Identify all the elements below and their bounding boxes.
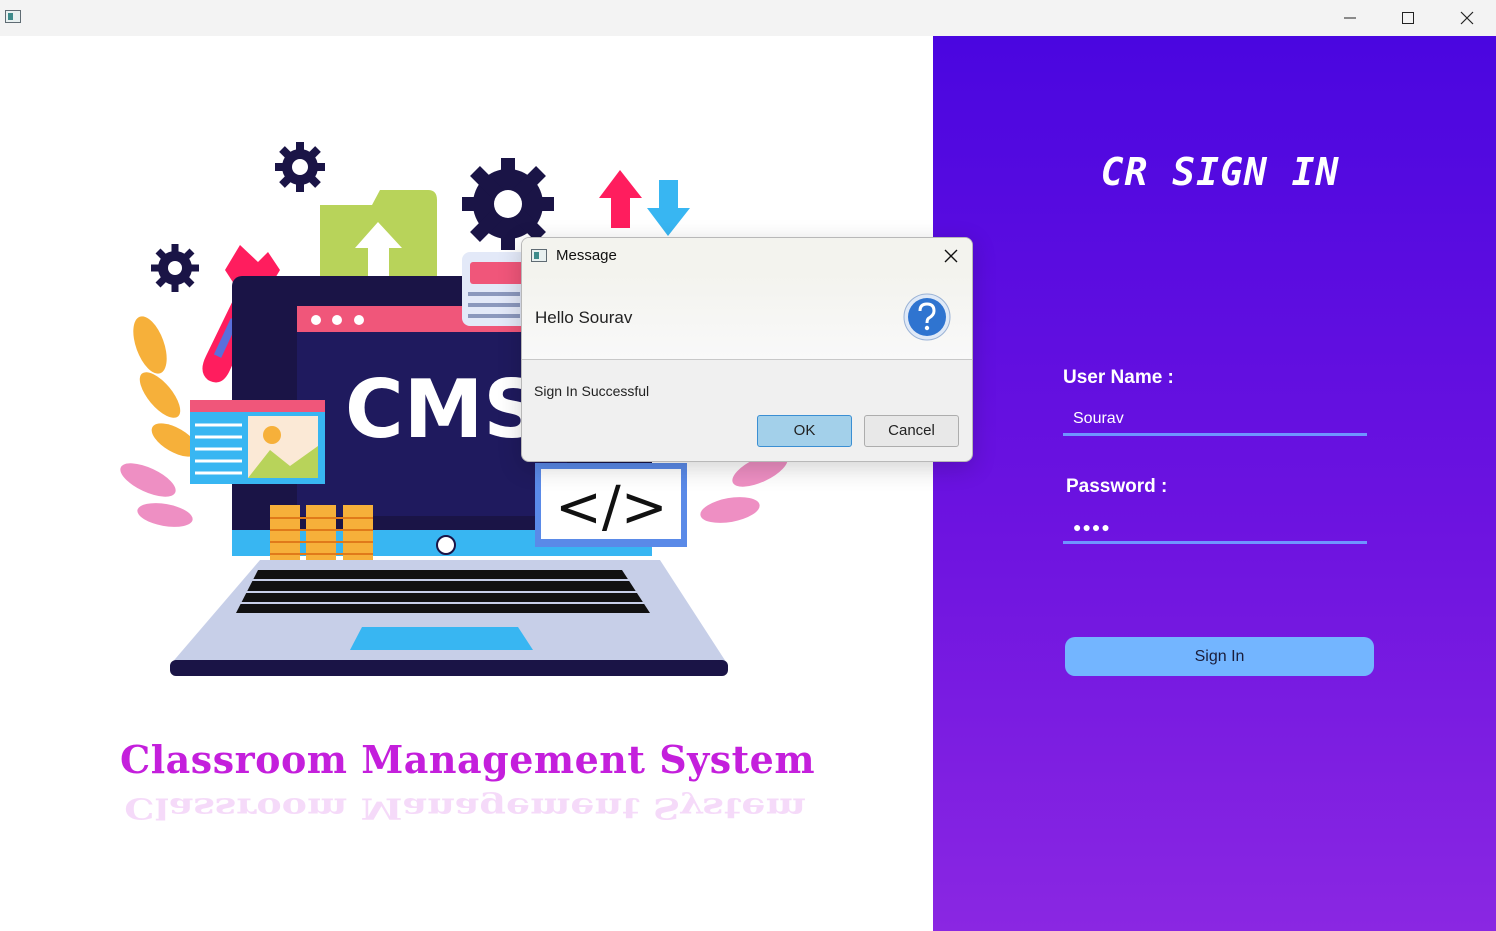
minimize-icon (1344, 17, 1356, 19)
gear-icon (275, 142, 325, 192)
message-dialog: Message Hello Sourav Sign In Successful … (521, 237, 973, 462)
svg-text:</>: </> (555, 475, 668, 540)
maximize-icon (1402, 12, 1414, 24)
question-icon (903, 293, 951, 341)
app-caption: Classroom Management System (120, 737, 816, 782)
code-window-card: </> (535, 463, 687, 547)
signin-panel: CR SIGN IN User Name : Sourav Password :… (933, 36, 1496, 931)
window-titlebar (0, 0, 1496, 36)
ok-button[interactable]: OK (757, 415, 852, 447)
close-icon (1460, 11, 1474, 25)
close-icon (944, 249, 958, 263)
upload-folder-icon (320, 190, 437, 280)
dialog-header-text: Hello Sourav (535, 308, 633, 327)
minimize-button[interactable] (1321, 0, 1379, 36)
close-button[interactable] (1438, 0, 1496, 36)
maximize-button[interactable] (1379, 0, 1437, 36)
coin-stack-icon (270, 505, 373, 560)
signin-title: CR SIGN IN (1100, 150, 1340, 194)
gear-icon (151, 244, 199, 292)
dialog-titlebar: Message (522, 238, 972, 274)
illustration-pane: CMS </> Classroom Management System Clas… (0, 36, 933, 931)
username-label: User Name : (1063, 367, 1174, 388)
password-field[interactable]: ●●●● (1063, 510, 1367, 544)
signin-button[interactable]: Sign In (1065, 637, 1374, 676)
sync-arrows-icon (599, 170, 690, 236)
app-caption-reflection: Classroom Management System (124, 791, 806, 826)
cancel-button[interactable]: Cancel (864, 415, 959, 447)
password-label: Password : (1066, 476, 1168, 497)
username-field[interactable]: Sourav (1063, 402, 1367, 436)
dialog-title: Message (556, 247, 617, 264)
app-icon (5, 10, 21, 23)
image-window-card (190, 400, 325, 484)
dialog-app-icon (531, 249, 547, 262)
dialog-close-button[interactable] (936, 244, 966, 268)
laptop-screen-text: CMS (345, 363, 541, 456)
dialog-message: Sign In Successful (534, 383, 650, 399)
